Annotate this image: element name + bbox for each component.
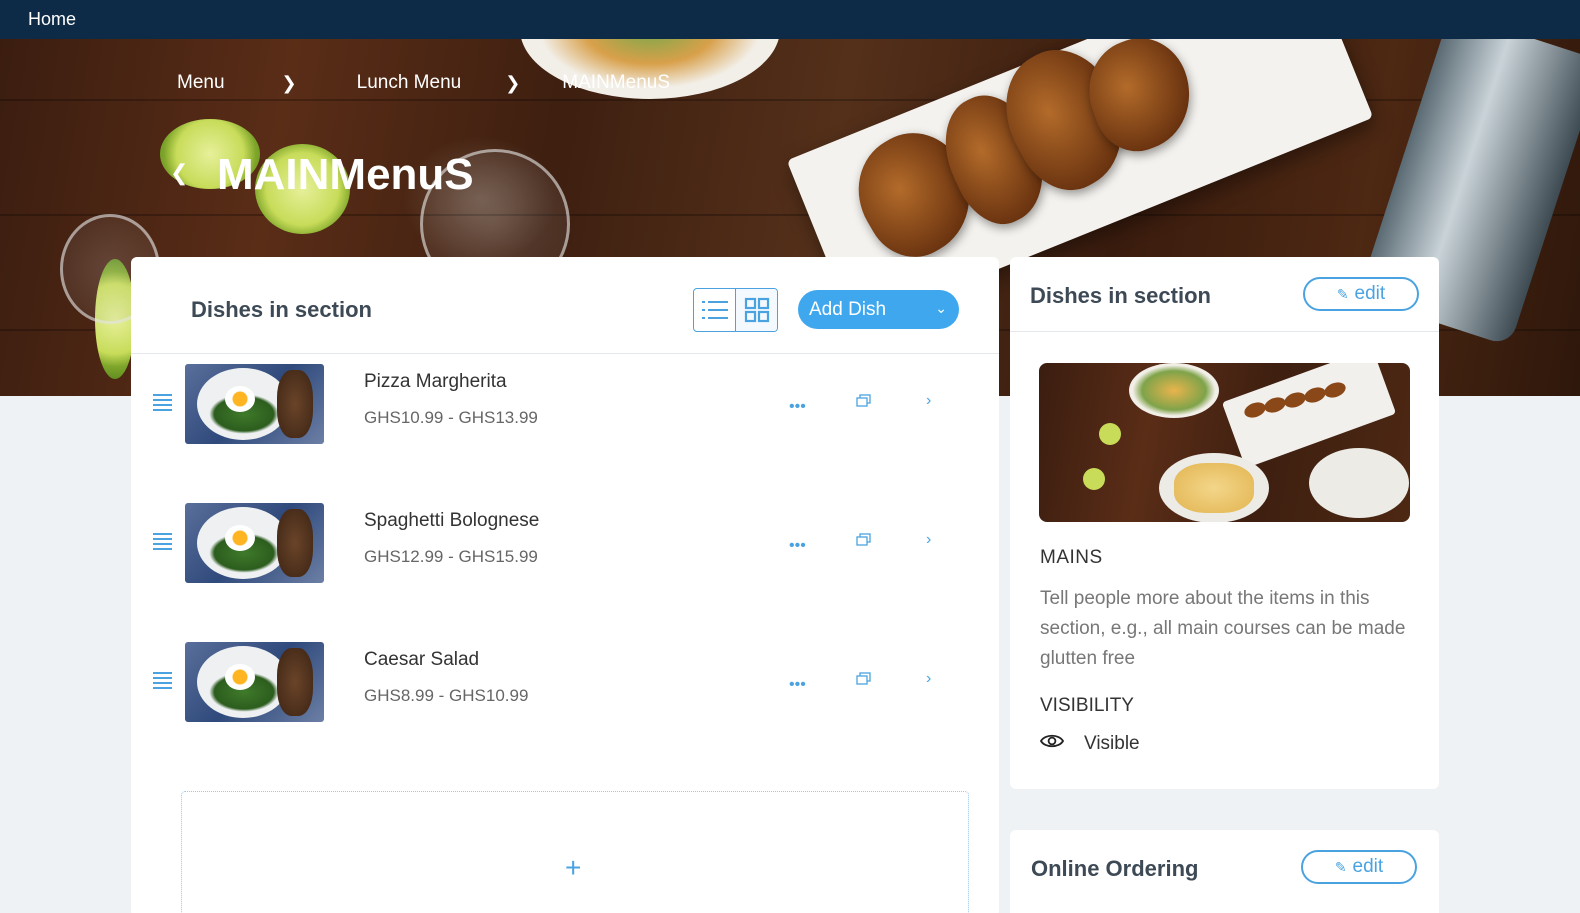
dish-name: Caesar Salad (364, 649, 480, 670)
drag-handle-icon[interactable] (153, 672, 172, 689)
breadcrumb-chevron-icon: ❯ (505, 72, 521, 93)
edit-label: edit (1352, 856, 1384, 877)
add-dish-button[interactable]: Add Dish ⌄ (798, 290, 959, 329)
add-dish-label: Add Dish (809, 298, 887, 320)
home-link[interactable]: Home (28, 9, 76, 30)
top-navbar: Home (0, 0, 1580, 39)
view-toggle (693, 288, 778, 332)
section-image (1039, 363, 1410, 522)
dish-name: Pizza Margherita (364, 371, 507, 392)
dish-price: GHS8.99 - GHS10.99 (364, 686, 529, 705)
online-ordering-panel: Online Ordering ✎ edit (1010, 830, 1439, 913)
dishes-panel-title: Dishes in section (191, 297, 372, 322)
duplicate-icon[interactable] (856, 394, 872, 413)
online-ordering-title: Online Ordering (1031, 856, 1199, 881)
duplicate-icon[interactable] (856, 533, 872, 552)
section-description: Tell people more about the items in this… (1040, 588, 1406, 669)
chevron-down-icon[interactable]: ⌄ (935, 300, 947, 317)
grid-view-icon (744, 297, 769, 323)
breadcrumb-lunch-menu[interactable]: Lunch Menu (357, 72, 462, 94)
eye-icon (1039, 733, 1065, 755)
edit-label: edit (1354, 283, 1386, 304)
chevron-right-icon[interactable]: › (926, 392, 931, 410)
more-options-icon[interactable]: ••• (789, 537, 806, 555)
dish-price: GHS10.99 - GHS13.99 (364, 408, 538, 427)
visibility-value: Visible (1084, 733, 1140, 754)
section-name: MAINS (1040, 547, 1103, 568)
list-item[interactable]: Pizza Margherita GHS10.99 - GHS13.99 •••… (131, 364, 999, 444)
list-item[interactable]: Spaghetti Bolognese GHS12.99 - GHS15.99 … (131, 503, 999, 583)
visibility-title: VISIBILITY (1040, 695, 1134, 716)
page-title: MAINMenuS (217, 150, 474, 199)
section-details-title: Dishes in section (1030, 283, 1211, 308)
more-options-icon[interactable]: ••• (789, 676, 806, 694)
dish-thumbnail (185, 503, 324, 583)
dish-thumbnail (185, 642, 324, 722)
pencil-icon: ✎ (1334, 858, 1347, 875)
edit-ordering-button[interactable]: ✎ edit (1301, 850, 1417, 884)
dishes-panel-header: Dishes in section Add Dish ⌄ (131, 257, 999, 354)
list-view-icon (701, 301, 728, 319)
chevron-right-icon[interactable]: › (926, 670, 931, 688)
dish-price: GHS12.99 - GHS15.99 (364, 547, 538, 566)
dishes-panel: Dishes in section Add Dish ⌄ Pizza Margh… (131, 257, 999, 913)
plus-icon[interactable]: + (565, 852, 581, 884)
duplicate-icon[interactable] (856, 672, 872, 691)
visibility-row: Visible (1039, 733, 1140, 755)
list-view-button[interactable] (694, 289, 735, 331)
breadcrumb-chevron-icon: ❯ (281, 72, 297, 93)
breadcrumb-current: MAINMenuS (562, 72, 670, 93)
back-chevron-icon[interactable]: ❮ (170, 160, 188, 186)
list-item[interactable]: Caesar Salad GHS8.99 - GHS10.99 ••• › (131, 642, 999, 722)
add-dish-dropzone[interactable]: + (181, 791, 969, 913)
grid-view-button[interactable] (735, 289, 777, 331)
section-details-panel: Dishes in section ✎ edit MAINS Tell peop… (1010, 257, 1439, 789)
breadcrumb-menu[interactable]: Menu (177, 72, 225, 94)
dish-thumbnail (185, 364, 324, 444)
chevron-right-icon[interactable]: › (926, 531, 931, 549)
edit-section-button[interactable]: ✎ edit (1303, 277, 1419, 311)
more-options-icon[interactable]: ••• (789, 398, 806, 416)
section-details-header: Dishes in section ✎ edit (1010, 257, 1439, 332)
drag-handle-icon[interactable] (153, 533, 172, 550)
pencil-icon: ✎ (1336, 285, 1349, 302)
breadcrumb: Menu ❯ Lunch Menu ❯ MAINMenuS (177, 72, 670, 94)
dish-name: Spaghetti Bolognese (364, 510, 540, 531)
drag-handle-icon[interactable] (153, 394, 172, 411)
